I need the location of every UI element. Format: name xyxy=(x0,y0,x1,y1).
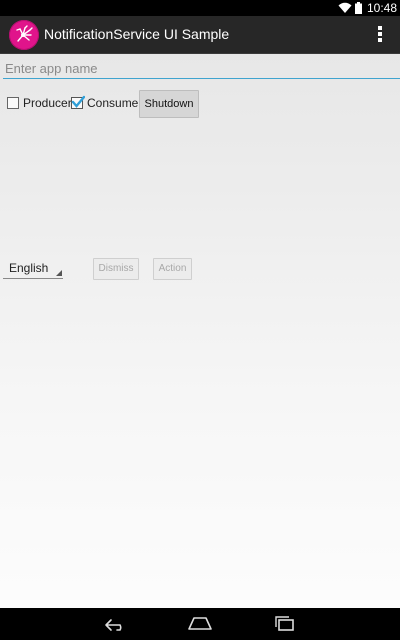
language-selected: English xyxy=(9,261,49,275)
producer-label: Producer xyxy=(23,96,72,110)
back-icon[interactable] xyxy=(100,614,130,634)
app-title: NotificationService UI Sample xyxy=(44,26,230,42)
status-time: 10:48 xyxy=(366,1,397,15)
dropdown-triangle-icon xyxy=(56,270,62,276)
consumer-label: Consumer xyxy=(87,96,143,110)
battery-icon xyxy=(355,2,362,14)
wifi-icon xyxy=(338,2,352,13)
role-row: Producer Consumer Shutdown xyxy=(0,90,400,118)
overflow-menu-icon[interactable] xyxy=(370,24,390,46)
shutdown-button[interactable]: Shutdown xyxy=(139,90,199,118)
producer-checkbox[interactable] xyxy=(7,97,19,109)
action-bar: NotificationService UI Sample xyxy=(0,16,400,54)
navigation-bar xyxy=(0,608,400,640)
dismiss-button[interactable]: Dismiss xyxy=(93,258,139,280)
home-icon[interactable] xyxy=(185,614,215,634)
recent-apps-icon[interactable] xyxy=(270,614,300,634)
language-spinner[interactable]: English xyxy=(3,258,63,279)
action-button[interactable]: Action xyxy=(153,258,192,280)
consumer-checkbox[interactable] xyxy=(71,95,85,109)
app-logo-icon[interactable] xyxy=(9,20,39,50)
status-bar: 10:48 xyxy=(0,0,400,16)
checkmark-icon xyxy=(71,95,85,108)
app-name-input[interactable] xyxy=(3,58,400,79)
